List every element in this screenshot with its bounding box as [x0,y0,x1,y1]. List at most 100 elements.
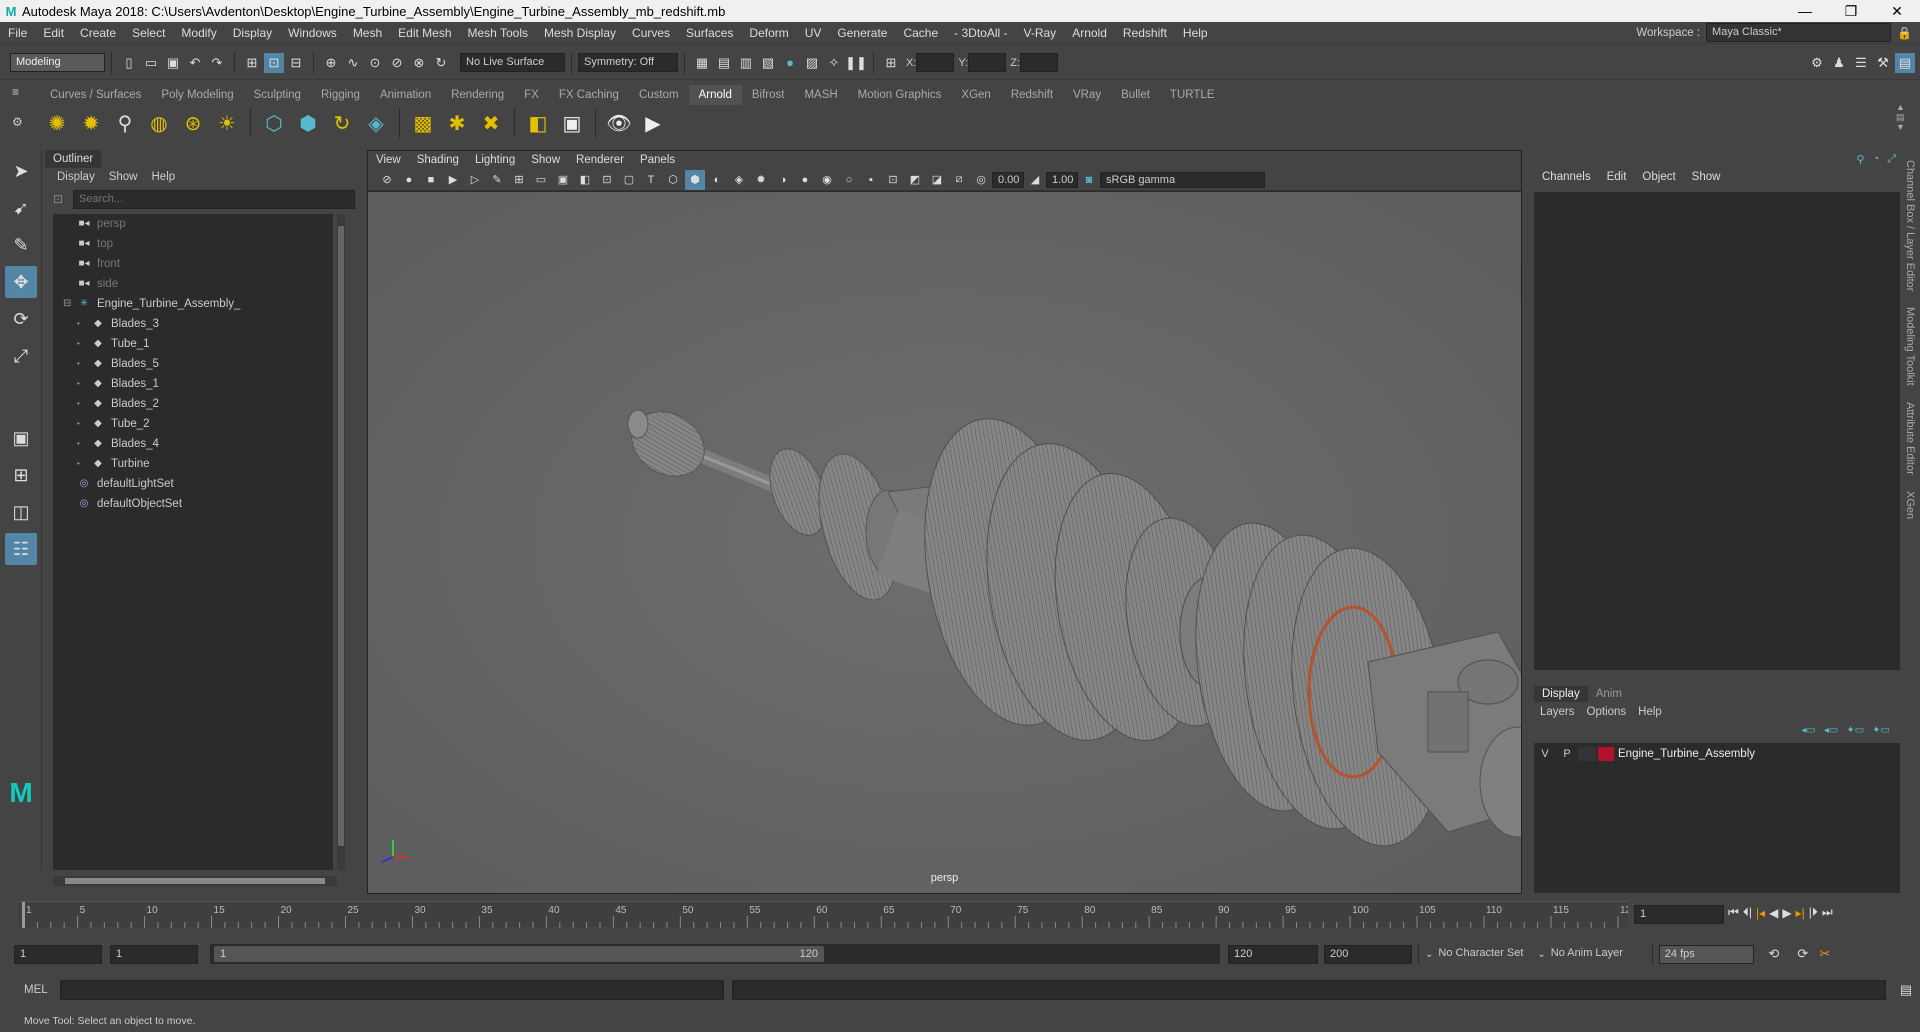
character-set-icon[interactable]: ⌄ [1425,949,1433,960]
transform-mode-icon[interactable]: ⊞ [881,53,901,73]
undo-icon[interactable]: ↶ [185,53,205,73]
safe-title-icon[interactable]: T [641,170,661,190]
step-back-key-icon[interactable]: |◂ [1756,906,1765,920]
viewport-menu-shading[interactable]: Shading [409,151,467,169]
step-back-frame-icon[interactable]: ⏴| [1743,905,1752,920]
outliner-item[interactable]: • ◆ Tube_1 [53,334,333,354]
menu-modify[interactable]: Modify [173,22,224,44]
step-forward-key-icon[interactable]: ▸| [1796,906,1805,920]
channel-box-menu-edit[interactable]: Edit [1607,171,1627,183]
outliner-item[interactable]: ⊟ ✳ Engine_Turbine_Assembly_ [53,294,333,314]
menu-edit[interactable]: Edit [35,22,72,44]
arnold-texture-manager-icon[interactable]: ▩ [408,108,438,138]
layer-tab-display[interactable]: Display [1534,686,1588,702]
snap-plane-icon[interactable]: ↻ [431,53,451,73]
save-scene-icon[interactable]: ▣ [163,53,183,73]
hypershade-icon[interactable]: ● [780,53,800,73]
side-tab-channel-box-layer-editor[interactable]: Channel Box / Layer Editor [1904,160,1916,291]
arnold-curve-collector-icon[interactable]: ↻ [327,108,357,138]
current-time-marker[interactable] [22,902,25,928]
arnold-skydome-light-icon[interactable]: ◍ [144,108,174,138]
arnold-photometric-light-icon[interactable]: ⚲ [110,108,140,138]
2d-pan-icon[interactable]: ▷ [465,170,485,190]
modeling-toolkit-icon[interactable]: ⚙ [1807,53,1827,73]
arnold-render-icon[interactable]: ▶ [638,108,668,138]
view-transform-dropdown[interactable]: sRGB gamma [1100,171,1265,188]
outliner-item[interactable]: ◎ defaultObjectSet [53,494,333,514]
menu-file[interactable]: File [0,22,35,44]
shelf-scroll[interactable]: ▲ ▤ ▼ [1896,102,1910,132]
shelf-tab-animation[interactable]: Animation [370,85,441,105]
anim-layer-icon[interactable]: ⌄ [1537,949,1545,960]
pause-icon[interactable]: ❚❚ [845,53,867,73]
render-setup-icon[interactable]: ▨ [802,53,822,73]
go-to-start-icon[interactable]: ⏮ [1728,905,1739,920]
shelf-tab-arnold[interactable]: Arnold [688,85,742,105]
arnold-flush-icon[interactable]: ✖ [476,108,506,138]
layer-row[interactable]: V P Engine_Turbine_Assembly [1534,743,1900,765]
menu-v-ray[interactable]: V-Ray [1016,22,1065,44]
arnold-standin-icon[interactable]: ⬡ [259,108,289,138]
auto-key-icon[interactable]: ⟳ [1793,944,1813,964]
arnold-area-light-icon[interactable]: ✺ [42,108,72,138]
shelf-tab-curves-surfaces[interactable]: Curves / Surfaces [40,85,151,105]
menu-windows[interactable]: Windows [280,22,345,44]
loop-icon[interactable]: ⟲ [1764,944,1784,964]
fps-dropdown[interactable]: 24 fps [1658,944,1754,964]
snap-surface-icon[interactable]: ⊗ [409,53,429,73]
anim-prefs-icon[interactable]: ✂ [1815,944,1835,964]
render-settings-icon[interactable]: ▧ [758,53,778,73]
outliner-item[interactable]: ■◂ top [53,234,333,254]
viewport-menu-lighting[interactable]: Lighting [467,151,523,169]
shelf-tab-poly-modeling[interactable]: Poly Modeling [151,85,243,105]
resolution-gate-icon[interactable]: ▣ [553,170,573,190]
new-layer-selected-icon[interactable]: ✦▭ [1872,725,1890,736]
shelf-tab-sculpting[interactable]: Sculpting [244,85,311,105]
color-management-icon[interactable]: ◙ [1079,170,1099,190]
arnold-volume-icon[interactable]: ⬢ [293,108,323,138]
viewport-menu-renderer[interactable]: Renderer [568,151,632,169]
command-input[interactable] [60,980,724,1000]
shelf-tab-motion-graphics[interactable]: Motion Graphics [848,85,952,105]
outliner-filter-icon[interactable]: ⊡ [53,192,73,206]
camera-select-icon[interactable]: ⊘ [377,170,397,190]
field-chart-icon[interactable]: ⊡ [597,170,617,190]
playback-start-field[interactable]: 1 [110,944,198,964]
channel-box-menu-show[interactable]: Show [1692,171,1721,183]
menu-3dtoall[interactable]: - 3DtoAll - [946,22,1015,44]
character-controls-icon[interactable]: ♟ [1829,53,1849,73]
render-view-icon[interactable]: ▦ [692,53,712,73]
motion-blur-icon[interactable]: ◉ [817,170,837,190]
outliner-item[interactable]: ■◂ front [53,254,333,274]
outliner-vscrollbar[interactable] [337,214,345,870]
xray-icon[interactable]: ◩ [905,170,925,190]
outliner-menu-help[interactable]: Help [152,171,176,183]
outliner-menu-show[interactable]: Show [109,171,138,183]
layer-menu-layers[interactable]: Layers [1540,706,1575,718]
menu-select[interactable]: Select [124,22,173,44]
menu-display[interactable]: Display [225,22,280,44]
xray-joints-icon[interactable]: ⧄ [949,170,969,190]
grid-icon[interactable]: ⊞ [509,170,529,190]
scale-tool-icon[interactable]: ⤢ [5,340,37,372]
arnold-physical-sky-icon[interactable]: ☀ [212,108,242,138]
menu-help[interactable]: Help [1175,22,1216,44]
grease-pencil-icon[interactable]: ✎ [487,170,507,190]
move-tool-icon[interactable]: ✥ [5,266,37,298]
select-tool-icon[interactable]: ➤ [5,155,37,187]
live-surface-field[interactable]: No Live Surface [460,53,565,72]
menu-arnold[interactable]: Arnold [1064,22,1115,44]
select-by-hierarchy-icon[interactable]: ⊞ [242,53,262,73]
play-forward-icon[interactable]: ▶ [1782,906,1791,920]
anim-layer-dropdown[interactable]: No Anim Layer [1545,944,1646,964]
outliner-item[interactable]: • ◆ Blades_4 [53,434,333,454]
menu-mesh-display[interactable]: Mesh Display [536,22,624,44]
shelf-tab-rendering[interactable]: Rendering [441,85,514,105]
character-set-dropdown[interactable]: No Character Set [1433,944,1534,964]
xray-active-icon[interactable]: ◪ [927,170,947,190]
minimize-button[interactable]: — [1782,3,1828,20]
menu-create[interactable]: Create [72,22,124,44]
exposure-icon[interactable]: ◎ [971,170,991,190]
snap-point-icon[interactable]: ⊙ [365,53,385,73]
textured-icon[interactable]: ◈ [729,170,749,190]
